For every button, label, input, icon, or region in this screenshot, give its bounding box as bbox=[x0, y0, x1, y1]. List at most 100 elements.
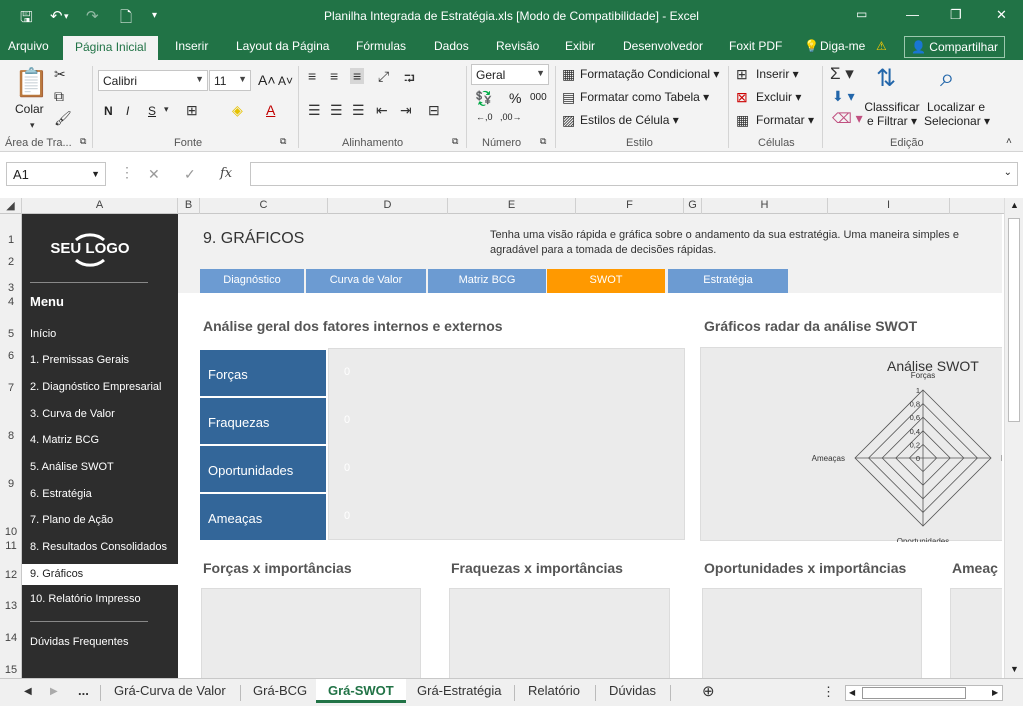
sidebar-item-resultados[interactable]: 8. Resultados Consolidados bbox=[22, 537, 178, 558]
sheet-tab-duvidas[interactable]: Dúvidas bbox=[609, 683, 656, 698]
enter-icon[interactable]: ✓ bbox=[184, 166, 196, 183]
expand-formula-icon[interactable]: ⌄ bbox=[1004, 167, 1012, 178]
row-header[interactable]: 14 bbox=[0, 632, 22, 644]
tab-revisao[interactable]: Revisão bbox=[496, 39, 539, 53]
radar-chart-panel[interactable]: Análise SWOT ForçasFOportunidadesAmeaças… bbox=[700, 347, 1002, 542]
tab-formulas[interactable]: Fórmulas bbox=[356, 39, 406, 53]
currency-icon[interactable]: 💱 bbox=[475, 90, 492, 107]
delete-cells-button[interactable]: Excluir ▾ bbox=[756, 90, 801, 104]
font-color-icon[interactable]: A bbox=[266, 102, 275, 118]
close-icon[interactable]: ✕ bbox=[996, 7, 1007, 23]
align-bottom-icon[interactable]: ≡ bbox=[350, 68, 365, 84]
scroll-right-icon[interactable]: ▶ bbox=[992, 688, 998, 697]
subtab-matriz-bcg[interactable]: Matriz BCG bbox=[428, 269, 546, 293]
column-header-i[interactable]: I bbox=[828, 198, 950, 214]
tab-exibir[interactable]: Exibir bbox=[565, 39, 595, 53]
insert-cells-button[interactable]: Inserir ▾ bbox=[756, 67, 799, 81]
align-middle-icon[interactable]: ≡ bbox=[330, 68, 338, 84]
font-name-select[interactable]: Calibri ▼ bbox=[98, 70, 208, 91]
number-format-select[interactable]: Geral ▼ bbox=[471, 64, 549, 85]
sidebar-item-swot[interactable]: 5. Análise SWOT bbox=[22, 457, 178, 478]
font-launcher-icon[interactable]: ⧉ bbox=[280, 136, 286, 147]
copy-icon[interactable]: ⧉ bbox=[54, 88, 64, 105]
sheet-tab-curva-valor[interactable]: Grá-Curva de Valor bbox=[114, 683, 226, 698]
insert-function-button[interactable]: fx bbox=[220, 166, 232, 181]
sheet-tab-swot[interactable]: Grá-SWOT bbox=[316, 679, 406, 703]
tab-foxit[interactable]: Foxit PDF bbox=[729, 39, 782, 53]
sidebar-item-estrategia[interactable]: 6. Estratégia bbox=[22, 484, 178, 505]
scroll-down-icon[interactable]: ▼ bbox=[1010, 664, 1019, 674]
chart-box-ameacas[interactable] bbox=[950, 588, 1002, 678]
row-header[interactable]: 11 bbox=[0, 540, 22, 552]
format-cells-button[interactable]: Formatar ▾ bbox=[756, 113, 814, 127]
sheet-tab-estrategia[interactable]: Grá-Estratégia bbox=[417, 683, 502, 698]
decrease-decimal-icon[interactable]: ,00→ bbox=[500, 112, 522, 122]
align-right-icon[interactable]: ☰ bbox=[352, 102, 365, 119]
decrease-indent-icon[interactable]: ⇤ bbox=[376, 102, 388, 119]
sidebar-item-relatorio[interactable]: 10. Relatório Impresso bbox=[22, 589, 178, 610]
font-size-select[interactable]: 11 ▼ bbox=[209, 70, 251, 91]
scroll-left-icon[interactable]: ◀ bbox=[849, 688, 855, 697]
row-header[interactable]: 5 bbox=[0, 328, 22, 340]
vertical-scrollbar[interactable]: ▲ ▼ bbox=[1004, 198, 1023, 678]
name-box[interactable]: A1 ▼ bbox=[6, 162, 106, 186]
subtab-swot[interactable]: SWOT bbox=[547, 269, 665, 293]
chevron-down-icon[interactable]: ▼ bbox=[91, 169, 100, 179]
shrink-font-icon[interactable]: A˅ bbox=[278, 74, 293, 88]
subtab-curva-valor[interactable]: Curva de Valor bbox=[306, 269, 426, 293]
sidebar-item-premissas[interactable]: 1. Premissas Gerais bbox=[22, 350, 178, 371]
row-header[interactable]: 4 bbox=[0, 296, 22, 308]
chart-box-oportunidades[interactable] bbox=[702, 588, 922, 678]
column-header-g[interactable]: G bbox=[684, 198, 702, 214]
wrap-text-icon[interactable]: ⮒ bbox=[404, 68, 415, 92]
column-header-d[interactable]: D bbox=[328, 198, 448, 214]
format-table-button[interactable]: Formatar como Tabela ▾ bbox=[580, 90, 709, 104]
bold-button[interactable]: N bbox=[104, 104, 113, 118]
sidebar-item-inicio[interactable]: Início bbox=[22, 324, 178, 345]
row-header[interactable]: 13 bbox=[0, 600, 22, 612]
tab-dados[interactable]: Dados bbox=[434, 39, 469, 53]
h-scroll-thumb[interactable] bbox=[862, 687, 966, 699]
paste-dropdown-icon[interactable]: ▾ bbox=[30, 120, 35, 131]
share-button[interactable]: 👤 Compartilhar bbox=[904, 36, 1005, 58]
row-header[interactable]: 6 bbox=[0, 350, 22, 362]
column-header-a[interactable]: A bbox=[22, 198, 178, 214]
logo[interactable]: SEU LOGO bbox=[50, 230, 130, 270]
collapse-ribbon-icon[interactable]: ˄ bbox=[1006, 136, 1012, 147]
tell-me[interactable]: Diga-me bbox=[820, 39, 865, 53]
align-center-icon[interactable]: ☰ bbox=[330, 102, 343, 119]
sheet-tab-relatorio[interactable]: Relatório bbox=[528, 683, 580, 698]
scroll-thumb[interactable] bbox=[1008, 218, 1020, 422]
cell-styles-button[interactable]: Estilos de Célula ▾ bbox=[580, 113, 679, 127]
paste-button[interactable]: Colar bbox=[15, 102, 44, 116]
row-header[interactable]: 1 bbox=[0, 234, 22, 246]
row-header[interactable]: 8 bbox=[0, 430, 22, 442]
row-header[interactable]: 10 bbox=[0, 526, 22, 538]
chart-box-fraquezas[interactable] bbox=[449, 588, 670, 678]
align-top-icon[interactable]: ≡ bbox=[308, 68, 316, 84]
column-header-h[interactable]: H bbox=[702, 198, 828, 214]
row-header[interactable]: 2 bbox=[0, 256, 22, 268]
horizontal-scrollbar[interactable]: ◀ ▶ bbox=[845, 685, 1003, 701]
row-header[interactable]: 15 bbox=[0, 664, 22, 676]
ribbon-display-icon[interactable]: ▭ bbox=[856, 7, 867, 21]
merge-center-icon[interactable]: ⊟ bbox=[428, 102, 440, 119]
underline-button[interactable]: S bbox=[148, 104, 156, 118]
alignment-launcher-icon[interactable]: ⧉ bbox=[452, 136, 458, 147]
grow-font-icon[interactable]: A˄ bbox=[258, 72, 276, 88]
thousands-button[interactable]: 000 bbox=[530, 92, 547, 103]
row-header[interactable]: 7 bbox=[0, 382, 22, 394]
fill-icon[interactable]: ⬇ ▾ bbox=[832, 88, 855, 105]
column-header-b[interactable]: B bbox=[178, 198, 200, 214]
more-options-icon[interactable]: ⋮ bbox=[120, 164, 134, 181]
orientation-icon[interactable]: ⤢ bbox=[378, 68, 389, 85]
select-all-corner[interactable]: ◢ bbox=[0, 198, 22, 214]
row-header[interactable]: 9 bbox=[0, 478, 22, 490]
underline-dropdown-icon[interactable]: ▾ bbox=[164, 104, 169, 115]
row-header[interactable]: 12 bbox=[0, 569, 22, 581]
increase-indent-icon[interactable]: ⇥ bbox=[400, 102, 412, 119]
warning-icon[interactable]: ⚠ bbox=[876, 39, 887, 53]
sidebar-item-curva-valor[interactable]: 3. Curva de Valor bbox=[22, 404, 178, 425]
sidebar-item-matriz-bcg[interactable]: 4. Matriz BCG bbox=[22, 430, 178, 451]
more-sheets[interactable]: ... bbox=[78, 683, 89, 698]
